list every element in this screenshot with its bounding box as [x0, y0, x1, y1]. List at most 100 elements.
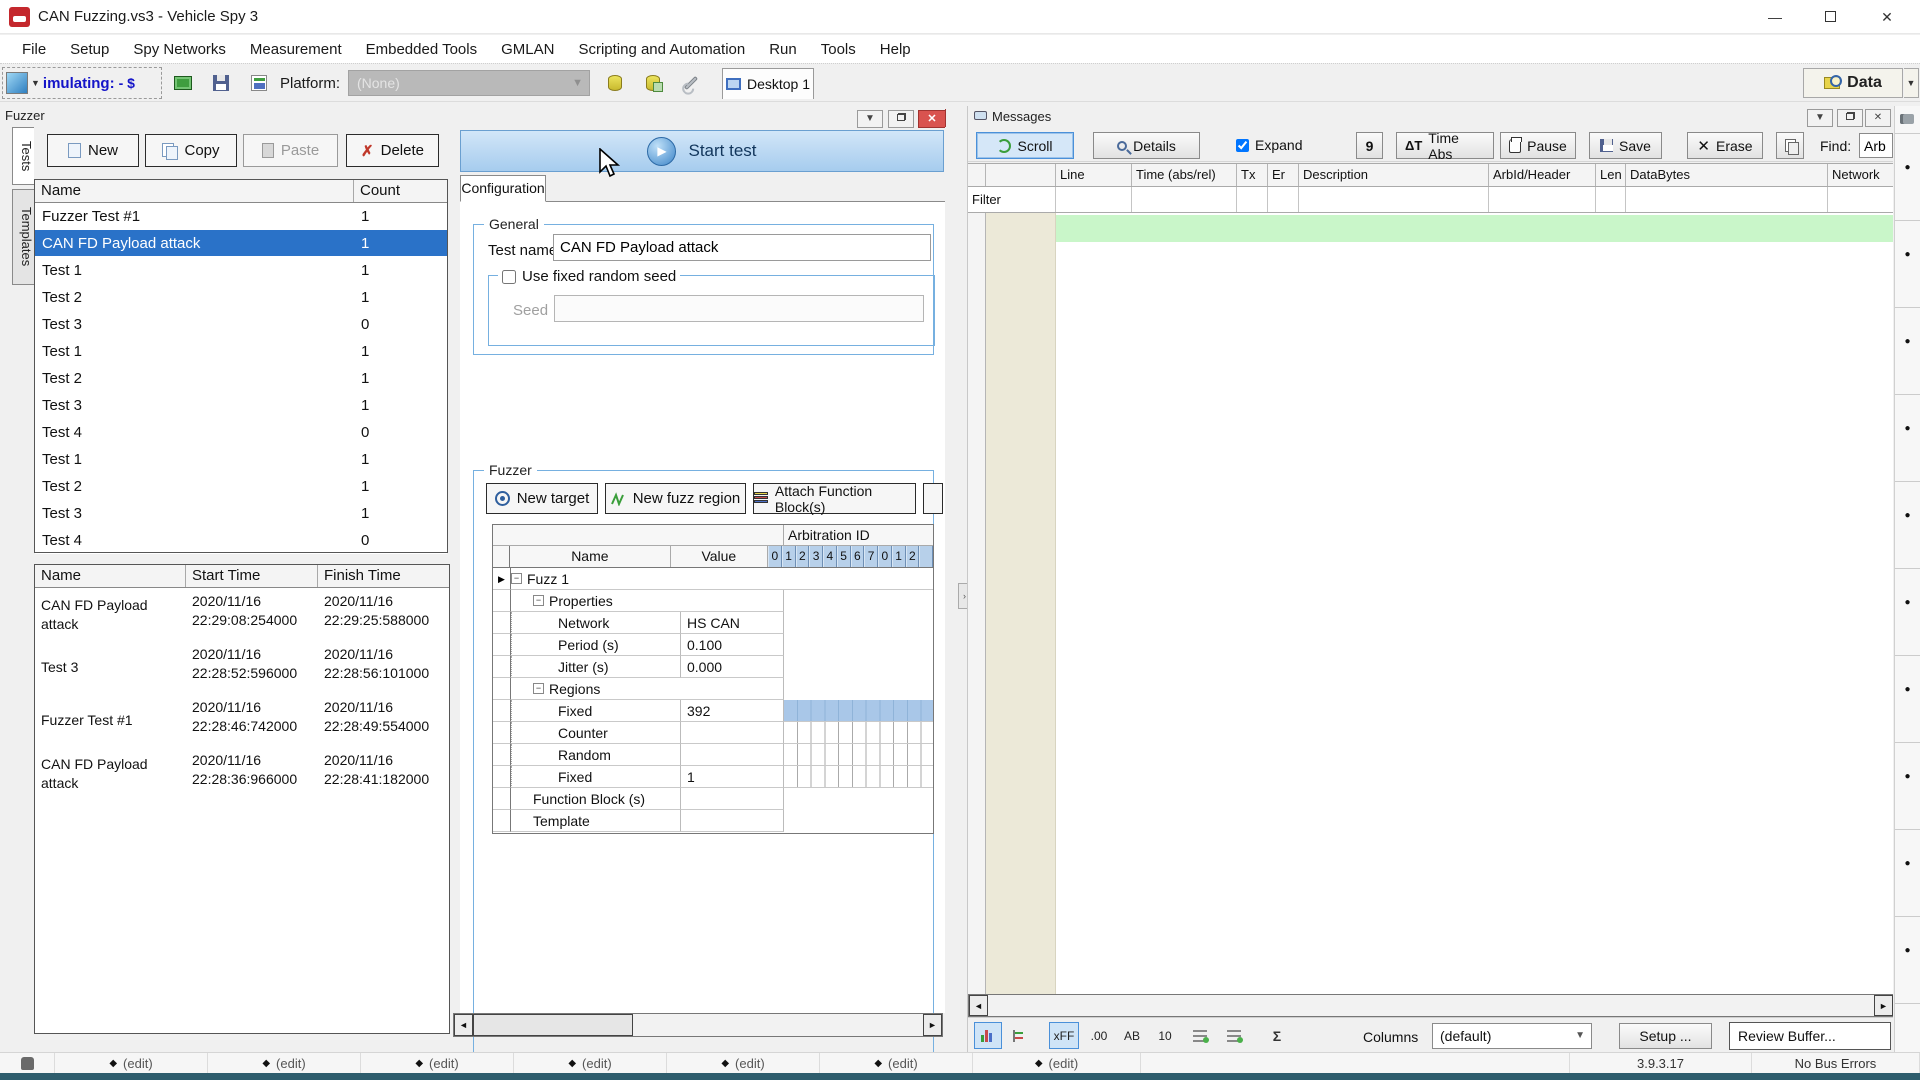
grid-row-fixed-1[interactable]: Fixed 1 [493, 766, 933, 788]
scroll-right-icon[interactable]: ► [923, 1014, 942, 1036]
clipped-button[interactable] [923, 483, 943, 514]
tab-templates[interactable]: Templates [12, 189, 34, 285]
grid-row-jitter[interactable]: Jitter (s) 0.000 [493, 656, 933, 678]
signal-list-button[interactable] [1186, 1022, 1214, 1049]
delete-test-button[interactable]: ✗ Delete [346, 134, 439, 167]
col-time[interactable]: Time (abs/rel) [1132, 164, 1237, 186]
messages-restore-button[interactable] [1837, 109, 1863, 127]
table-row[interactable]: Fuzzer Test #1 2020/11/1622:28:46:742000… [35, 694, 449, 747]
dock-marker[interactable]: ● [1895, 221, 1920, 308]
graph-view-button[interactable] [974, 1022, 1002, 1049]
database-button[interactable] [600, 68, 630, 98]
grid-row-function-block[interactable]: Function Block (s) [493, 788, 933, 810]
filter-input-cell[interactable] [1056, 187, 1132, 212]
filter-input-cell[interactable] [1299, 187, 1489, 212]
columns-select[interactable]: (default) ▼ [1432, 1023, 1592, 1049]
new-target-button[interactable]: New target [486, 483, 598, 514]
dock-marker[interactable]: ● [1895, 395, 1920, 482]
messages-horizontal-scrollbar[interactable]: ◄ ► [968, 994, 1893, 1017]
menu-gmlan[interactable]: GMLAN [489, 38, 566, 61]
tab-tests[interactable]: Tests [12, 127, 34, 185]
table-row[interactable]: Test 11 [35, 446, 447, 473]
menu-file[interactable]: File [10, 38, 58, 61]
menu-setup[interactable]: Setup [58, 38, 121, 61]
time-abs-button[interactable]: ΔT Time Abs [1396, 132, 1494, 159]
dock-marker[interactable]: ● [1895, 917, 1920, 1004]
menu-measurement[interactable]: Measurement [238, 38, 354, 61]
pause-button[interactable]: Pause [1500, 132, 1576, 159]
bit-cells[interactable] [784, 766, 933, 788]
grid-row-fuzz1[interactable]: ▶ −Fuzz 1 [493, 568, 933, 590]
new-message-row[interactable] [1056, 215, 1893, 242]
config-close-button[interactable]: ✕ [918, 110, 945, 128]
col-description[interactable]: Description [1299, 164, 1489, 186]
messages-collapse-button[interactable]: ▼ [1807, 109, 1833, 127]
table-row[interactable]: Test 40 [35, 527, 447, 554]
dock-marker[interactable]: ● [1895, 482, 1920, 569]
menu-embedded-tools[interactable]: Embedded Tools [354, 38, 489, 61]
dock-marker[interactable]: ● [1895, 743, 1920, 830]
capture-icon[interactable] [1895, 106, 1920, 134]
database-add-button[interactable] [638, 68, 668, 98]
collapse-icon[interactable]: − [533, 595, 544, 606]
scrollbar-thumb[interactable] [473, 1014, 633, 1036]
hist-col-finish[interactable]: Finish Time [318, 565, 449, 587]
export-button[interactable] [1776, 132, 1804, 159]
grid-row-fixed-392[interactable]: Fixed 392 [493, 700, 933, 722]
table-row[interactable]: Test 11 [35, 257, 447, 284]
copy-test-button[interactable]: Copy [145, 134, 237, 167]
table-row[interactable]: Test 21 [35, 284, 447, 311]
table-row[interactable]: Test 11 [35, 338, 447, 365]
hardware-button[interactable] [168, 68, 198, 98]
filter-input-cell[interactable] [1489, 187, 1596, 212]
save-messages-button[interactable]: Save [1589, 132, 1662, 159]
config-restore-button[interactable] [888, 110, 914, 128]
hist-col-name[interactable]: Name [35, 565, 186, 587]
ascii-display-button[interactable]: AB [1118, 1022, 1146, 1049]
paste-test-button[interactable]: Paste [243, 134, 338, 167]
col-er[interactable]: Er [1268, 164, 1299, 186]
table-row[interactable]: Test 3 2020/11/1622:28:52:596000 2020/11… [35, 641, 449, 694]
simulation-mode-icon[interactable] [6, 72, 28, 94]
col-databytes[interactable]: DataBytes [1626, 164, 1828, 186]
data-dropdown-button[interactable]: ▼ [1904, 68, 1919, 98]
expand-checkbox[interactable] [1236, 139, 1249, 152]
details-button[interactable]: Details [1093, 132, 1200, 159]
new-test-button[interactable]: New [47, 134, 139, 167]
menu-scripting[interactable]: Scripting and Automation [566, 38, 757, 61]
grid-row-network[interactable]: Network HS CAN [493, 612, 933, 634]
setup-button[interactable]: Setup ... [1619, 1023, 1712, 1049]
dock-marker[interactable]: ● [1895, 308, 1920, 395]
messages-close-button[interactable]: ✕ [1865, 109, 1891, 127]
logging-button[interactable] [244, 68, 274, 98]
menu-run[interactable]: Run [757, 38, 809, 61]
mode-dropdown-icon[interactable]: ▼ [31, 78, 40, 88]
table-row[interactable]: CAN FD Payload attack 2020/11/1622:29:08… [35, 588, 449, 641]
filter-input-cell[interactable] [1828, 187, 1893, 212]
config-collapse-button[interactable]: ▼ [857, 110, 883, 128]
base-9-button[interactable]: 9 [1356, 132, 1383, 159]
table-row[interactable]: Test 31 [35, 500, 447, 527]
table-row[interactable]: Test 21 [35, 365, 447, 392]
tests-col-count[interactable]: Count [354, 180, 447, 202]
col-line[interactable]: Line [1056, 164, 1132, 186]
menu-help[interactable]: Help [868, 38, 923, 61]
find-input[interactable] [1859, 133, 1893, 158]
fixed-seed-checkbox[interactable] [502, 270, 516, 284]
table-row[interactable]: Test 30 [35, 311, 447, 338]
table-row[interactable]: CAN FD Payload attack 2020/11/1622:28:36… [35, 747, 449, 800]
col-arbid[interactable]: ArbId/Header [1489, 164, 1596, 186]
col-network[interactable]: Network [1828, 164, 1893, 186]
scroll-button[interactable]: Scroll [976, 132, 1074, 159]
scroll-right-icon[interactable]: ► [1874, 995, 1893, 1016]
data-button[interactable]: Data [1803, 68, 1903, 98]
dock-marker[interactable]: ● [1895, 134, 1920, 221]
table-row-selected[interactable]: CAN FD Payload attack1 [35, 230, 447, 257]
tree-view-button[interactable] [1006, 1022, 1034, 1049]
table-row[interactable]: Fuzzer Test #11 [35, 203, 447, 230]
erase-button[interactable]: ✕ Erase [1687, 132, 1763, 159]
table-row[interactable]: Test 31 [35, 392, 447, 419]
seed-input[interactable] [554, 295, 924, 322]
dock-marker[interactable]: ● [1895, 830, 1920, 917]
decimal-display-button[interactable]: .00 [1085, 1022, 1113, 1049]
